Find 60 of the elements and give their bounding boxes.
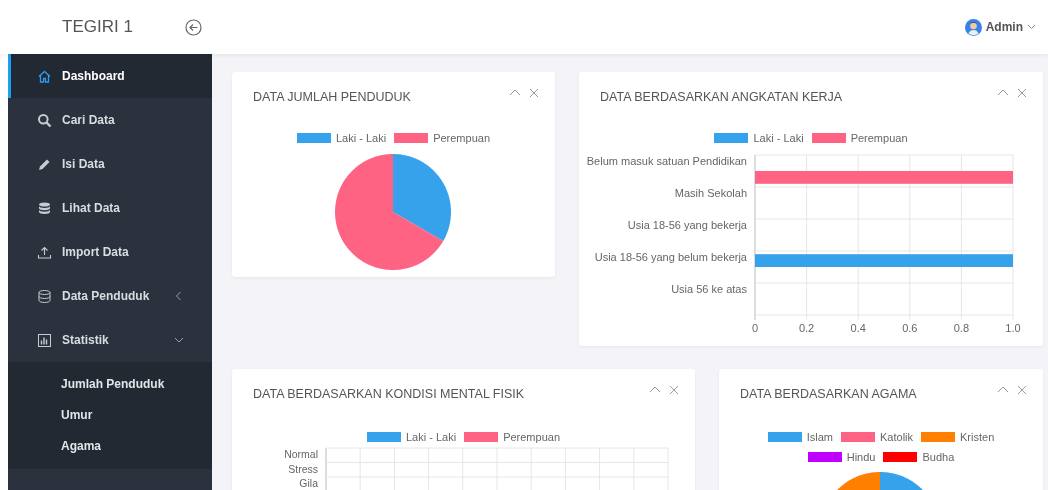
sidebar-item[interactable]: Cari Data	[8, 98, 212, 142]
legend-label[interactable]: Laki - Laki	[406, 429, 457, 446]
submenu-item[interactable]: Agama	[8, 430, 212, 461]
close-icon[interactable]	[529, 88, 539, 98]
axis-label: Belum masuk satuan Pendidikan	[586, 154, 747, 167]
upload-icon	[37, 244, 52, 260]
tick-label: 1.0	[1005, 321, 1021, 334]
sidebar-item[interactable]: Lihat Data	[8, 186, 212, 230]
axis-label: Stress	[288, 462, 318, 474]
search-icon	[37, 112, 52, 128]
back-icon[interactable]	[185, 18, 202, 36]
axis-label: Usia 18-56 yang bekerja	[627, 218, 747, 231]
legend-label[interactable]: Laki - Laki	[336, 130, 387, 147]
legend-label[interactable]: Budha	[922, 448, 955, 465]
tick-label: 0	[751, 321, 759, 334]
legend-label[interactable]: Hindu	[846, 448, 876, 465]
legend-label[interactable]: Perempuan	[503, 429, 560, 446]
card-title: DATA BERDASARKAN KONDISI MENTAL FISIK	[253, 386, 525, 403]
caret-icon[interactable]	[1027, 24, 1036, 30]
axis-label: Masih Sekolah	[674, 186, 747, 199]
card-title: DATA BERDASARKAN ANGKATAN KERJA	[600, 89, 843, 106]
collapse-icon[interactable]	[649, 385, 661, 395]
bar-chart-icon	[37, 332, 52, 348]
close-icon[interactable]	[1017, 385, 1027, 395]
legend-label[interactable]: Perempuan	[850, 130, 908, 147]
tick-label: 0.8	[953, 321, 970, 334]
submenu-item[interactable]: Jumlah Penduduk	[8, 368, 212, 399]
legend-label[interactable]: Islam	[806, 429, 833, 446]
tick-label: 0.2	[798, 321, 815, 334]
axis-label: Usia 56 ke atas	[671, 282, 747, 295]
chevron-icon	[174, 335, 184, 345]
tick-label: 0.6	[902, 321, 918, 334]
sidebar-item[interactable]: Isi Data	[8, 142, 212, 186]
axis-label: Usia 18-56 yang belum bekerja	[594, 250, 747, 263]
collapse-icon[interactable]	[997, 385, 1009, 395]
axis-label: Gila	[299, 476, 318, 489]
collapse-icon[interactable]	[509, 88, 521, 98]
sidebar-item[interactable]: Statistik	[8, 318, 212, 362]
database-icon	[37, 200, 52, 216]
legend-label[interactable]: Perempuan	[433, 130, 490, 147]
card-title: DATA JUMLAH PENDUDUK	[253, 89, 411, 106]
user-name[interactable]: Admin	[985, 18, 1023, 36]
card-title: DATA BERDASARKAN AGAMA	[740, 386, 917, 403]
sidebar-item[interactable]: Import Data	[8, 230, 212, 274]
chevron-icon	[174, 291, 184, 301]
legend-label[interactable]: Katolik	[880, 429, 914, 446]
avatar-icon[interactable]	[964, 18, 982, 36]
tick-label: 0.4	[850, 321, 866, 334]
brand-title: TEGIRI 1	[62, 16, 134, 39]
legend-label[interactable]: Laki - Laki	[753, 130, 804, 147]
sidebar-item[interactable]: Dashboard	[8, 54, 212, 98]
close-icon[interactable]	[669, 385, 679, 395]
close-icon[interactable]	[1017, 88, 1027, 98]
collapse-icon[interactable]	[997, 88, 1009, 98]
axis-label: Normal	[284, 447, 318, 460]
submenu-item[interactable]: Umur	[8, 399, 212, 430]
database-icon	[37, 288, 52, 304]
legend-label[interactable]: Kristen	[960, 429, 995, 446]
sidebar-item[interactable]: Data Penduduk	[8, 274, 212, 318]
home-icon	[37, 68, 52, 84]
